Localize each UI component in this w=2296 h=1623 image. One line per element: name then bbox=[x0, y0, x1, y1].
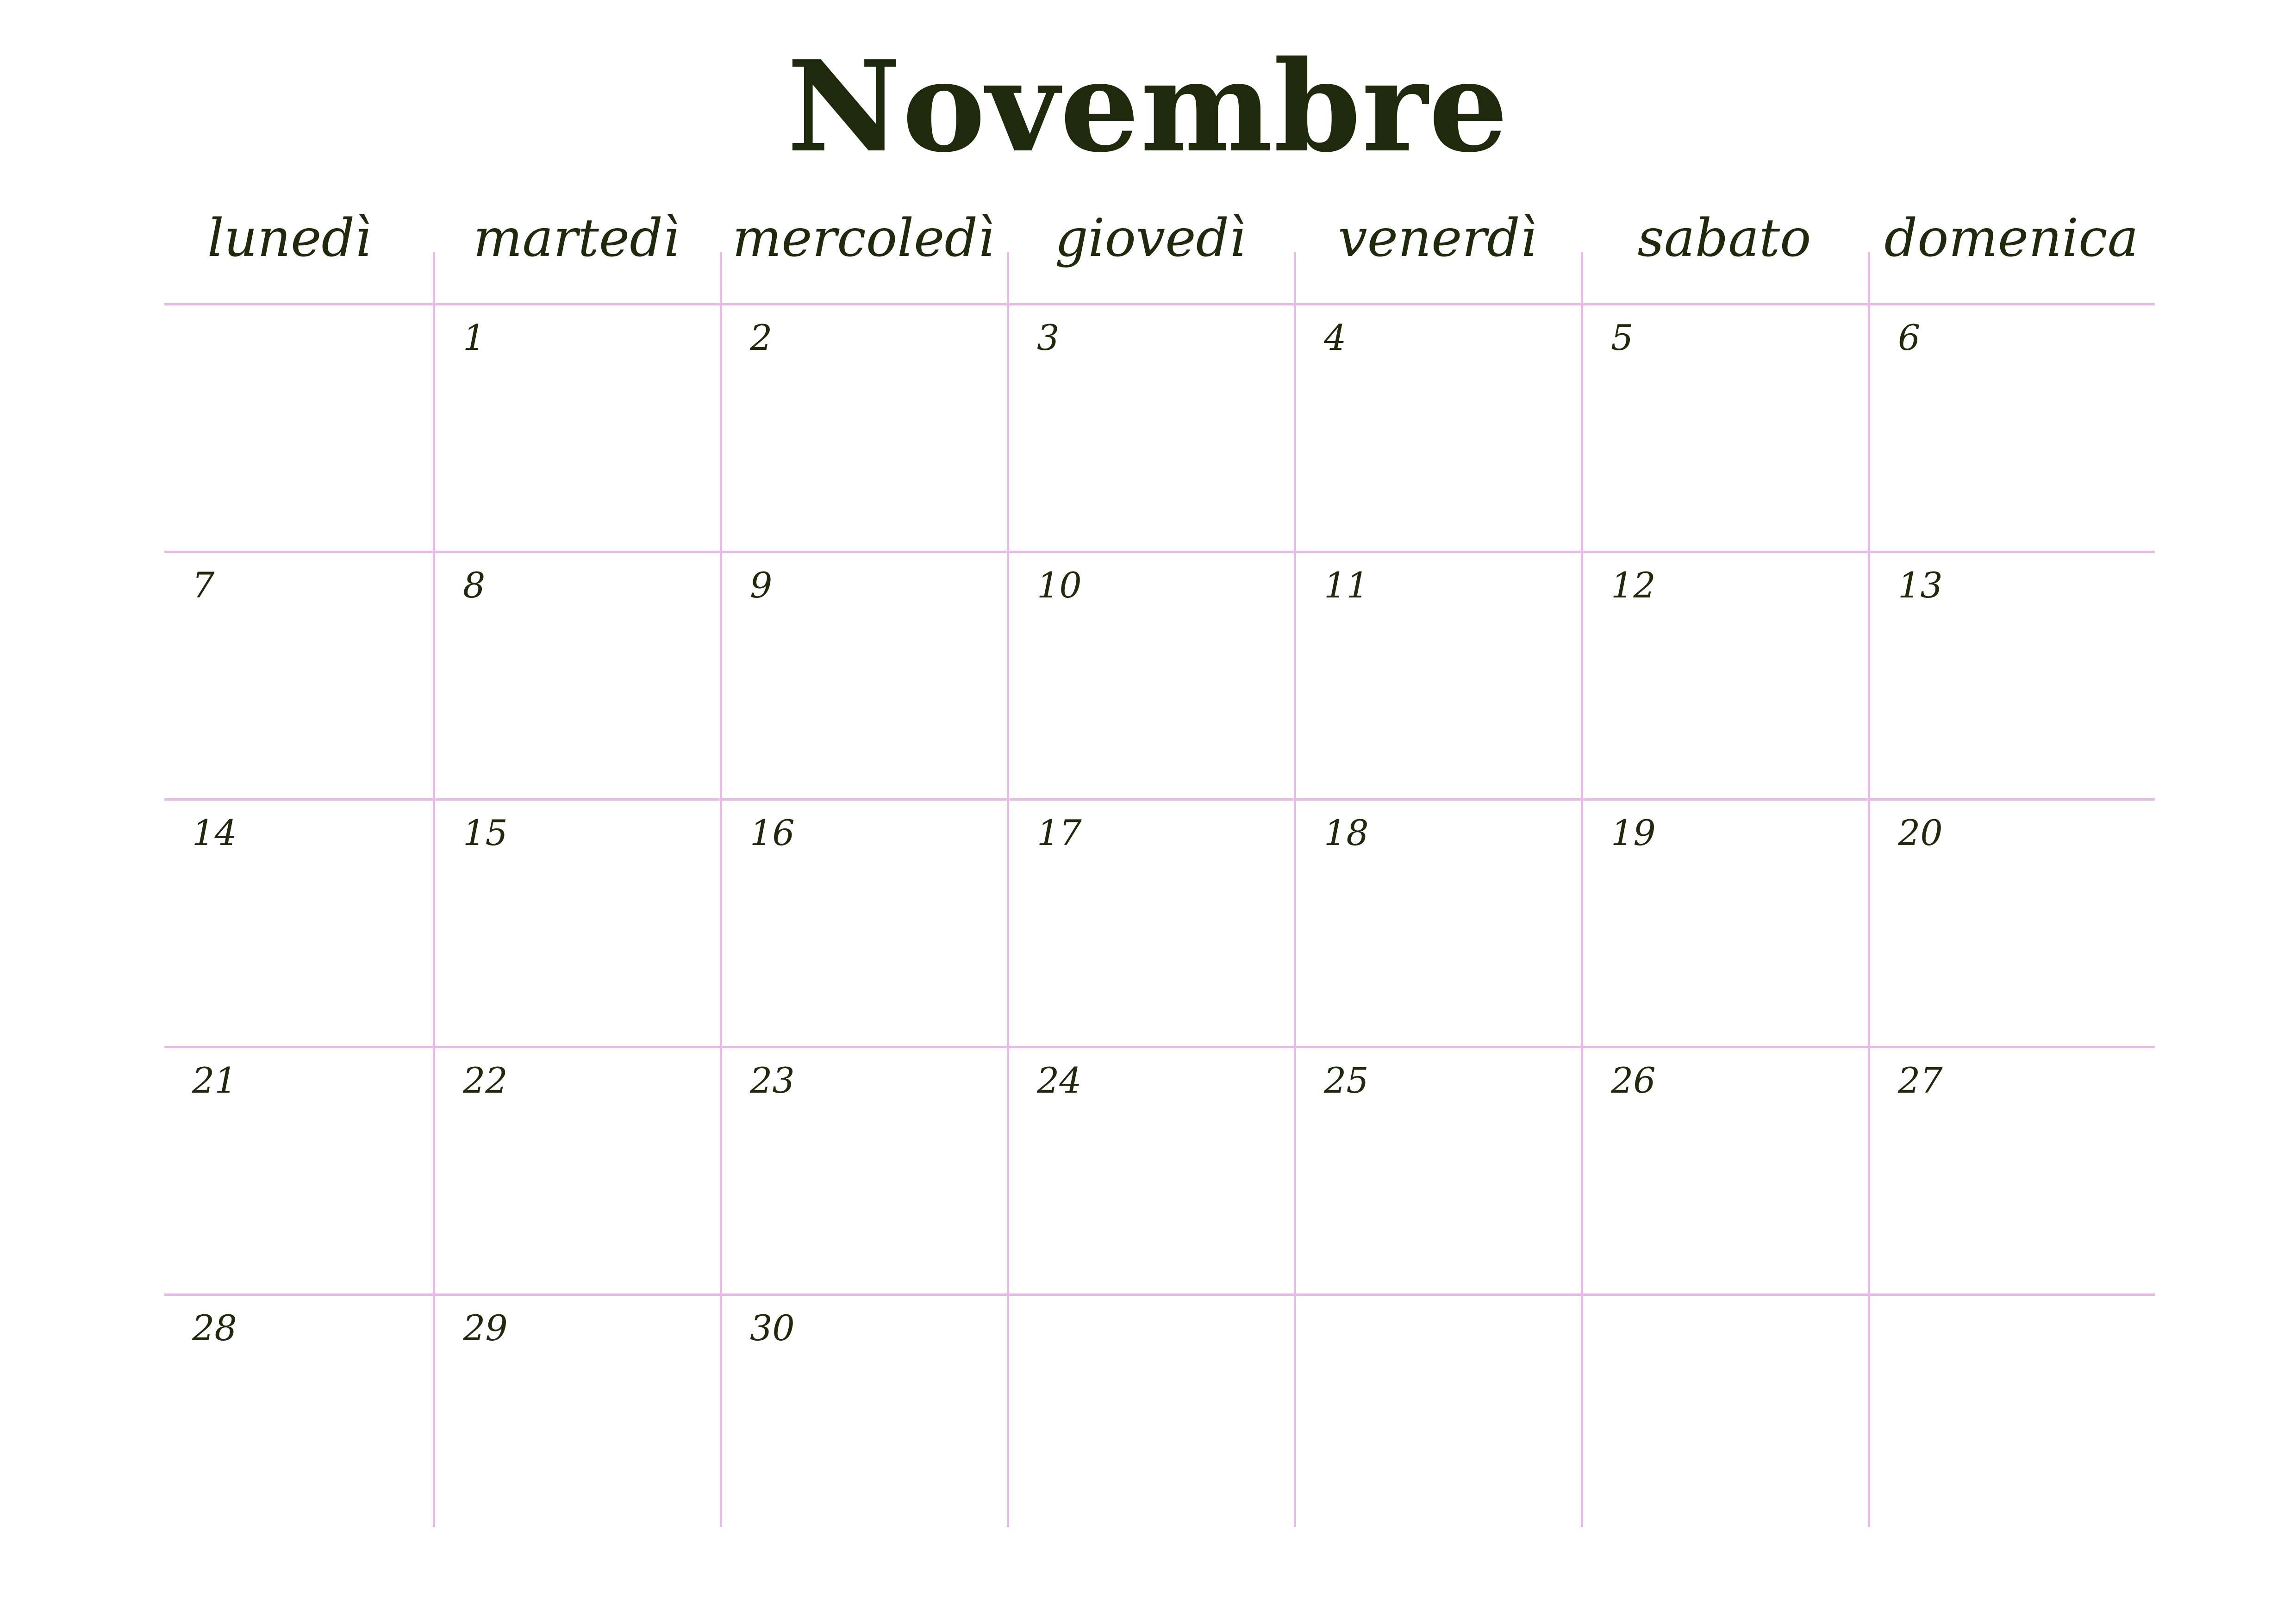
day-cell[interactable] bbox=[1581, 1293, 1868, 1527]
date-number: 24 bbox=[1037, 1060, 1082, 1101]
date-number: 14 bbox=[192, 812, 237, 853]
date-number: 12 bbox=[1611, 565, 1656, 606]
date-number: 5 bbox=[1611, 317, 1634, 358]
day-cell[interactable] bbox=[164, 303, 451, 551]
date-number: 19 bbox=[1611, 812, 1656, 853]
day-cell[interactable]: 16 bbox=[720, 798, 1007, 1046]
day-cell[interactable]: 18 bbox=[1294, 798, 1581, 1046]
day-cell[interactable]: 30 bbox=[720, 1293, 1007, 1527]
date-number: 13 bbox=[1898, 565, 1943, 606]
day-cell[interactable] bbox=[1007, 1293, 1294, 1527]
day-cell[interactable]: 2 bbox=[720, 303, 1007, 551]
date-number: 22 bbox=[463, 1060, 508, 1101]
date-number: 23 bbox=[750, 1060, 795, 1101]
weekday-header: lunedì bbox=[207, 208, 371, 268]
day-cell[interactable]: 20 bbox=[1868, 798, 2155, 1046]
weekday-header: domenica bbox=[1884, 208, 2139, 268]
weekday-header: mercoledì bbox=[732, 208, 994, 268]
day-cell[interactable]: 24 bbox=[1007, 1046, 1294, 1293]
day-cell[interactable]: 13 bbox=[1868, 551, 2155, 798]
weekday-header: giovedì bbox=[1054, 208, 1246, 268]
day-cell[interactable] bbox=[1868, 1293, 2155, 1527]
day-cell[interactable]: 19 bbox=[1581, 798, 1868, 1046]
day-cell[interactable]: 8 bbox=[433, 551, 720, 798]
day-cell[interactable]: 1 bbox=[433, 303, 720, 551]
date-number: 20 bbox=[1898, 812, 1943, 853]
day-cell[interactable]: 26 bbox=[1581, 1046, 1868, 1293]
day-cell[interactable]: 21 bbox=[164, 1046, 451, 1293]
date-number: 1 bbox=[463, 317, 486, 358]
day-cell[interactable]: 29 bbox=[433, 1293, 720, 1527]
day-cell[interactable]: 14 bbox=[164, 798, 451, 1046]
day-cell[interactable]: 15 bbox=[433, 798, 720, 1046]
day-cell[interactable]: 7 bbox=[164, 551, 451, 798]
day-cell[interactable]: 5 bbox=[1581, 303, 1868, 551]
date-number: 28 bbox=[192, 1307, 237, 1349]
date-number: 25 bbox=[1324, 1060, 1369, 1101]
day-cell[interactable]: 9 bbox=[720, 551, 1007, 798]
date-number: 4 bbox=[1324, 317, 1347, 358]
calendar-page: Novembre lunedì martedì mercoledì giovedì ve… bbox=[0, 0, 2296, 1623]
day-cell[interactable]: 17 bbox=[1007, 798, 1294, 1046]
weekday-header: venerdì bbox=[1338, 208, 1537, 268]
day-cell[interactable]: 28 bbox=[164, 1293, 451, 1527]
date-number: 9 bbox=[750, 565, 773, 606]
day-cell[interactable]: 3 bbox=[1007, 303, 1294, 551]
date-number: 16 bbox=[750, 812, 795, 853]
day-cell[interactable] bbox=[1294, 1293, 1581, 1527]
date-number: 18 bbox=[1324, 812, 1369, 853]
date-number: 6 bbox=[1898, 317, 1921, 358]
date-number: 3 bbox=[1037, 317, 1060, 358]
date-number: 10 bbox=[1037, 565, 1082, 606]
day-cell[interactable]: 25 bbox=[1294, 1046, 1581, 1293]
day-cell[interactable]: 23 bbox=[720, 1046, 1007, 1293]
day-cell[interactable]: 11 bbox=[1294, 551, 1581, 798]
date-number: 8 bbox=[463, 565, 486, 606]
date-number: 29 bbox=[463, 1307, 508, 1349]
date-number: 21 bbox=[192, 1060, 237, 1101]
day-cell[interactable]: 27 bbox=[1868, 1046, 2155, 1293]
weekday-header: sabato bbox=[1637, 208, 1811, 268]
date-number: 2 bbox=[750, 317, 773, 358]
date-number: 7 bbox=[192, 565, 215, 606]
date-number: 30 bbox=[750, 1307, 795, 1349]
day-cell[interactable]: 4 bbox=[1294, 303, 1581, 551]
day-cell[interactable]: 6 bbox=[1868, 303, 2155, 551]
weekday-header: martedì bbox=[473, 208, 680, 268]
month-title: Novembre bbox=[786, 33, 1510, 180]
date-number: 17 bbox=[1037, 812, 1082, 853]
date-number: 26 bbox=[1611, 1060, 1656, 1101]
day-cell[interactable]: 10 bbox=[1007, 551, 1294, 798]
date-number: 15 bbox=[463, 812, 508, 853]
date-number: 11 bbox=[1324, 565, 1369, 606]
date-number: 27 bbox=[1898, 1060, 1943, 1101]
day-cell[interactable]: 22 bbox=[433, 1046, 720, 1293]
day-cell[interactable]: 12 bbox=[1581, 551, 1868, 798]
